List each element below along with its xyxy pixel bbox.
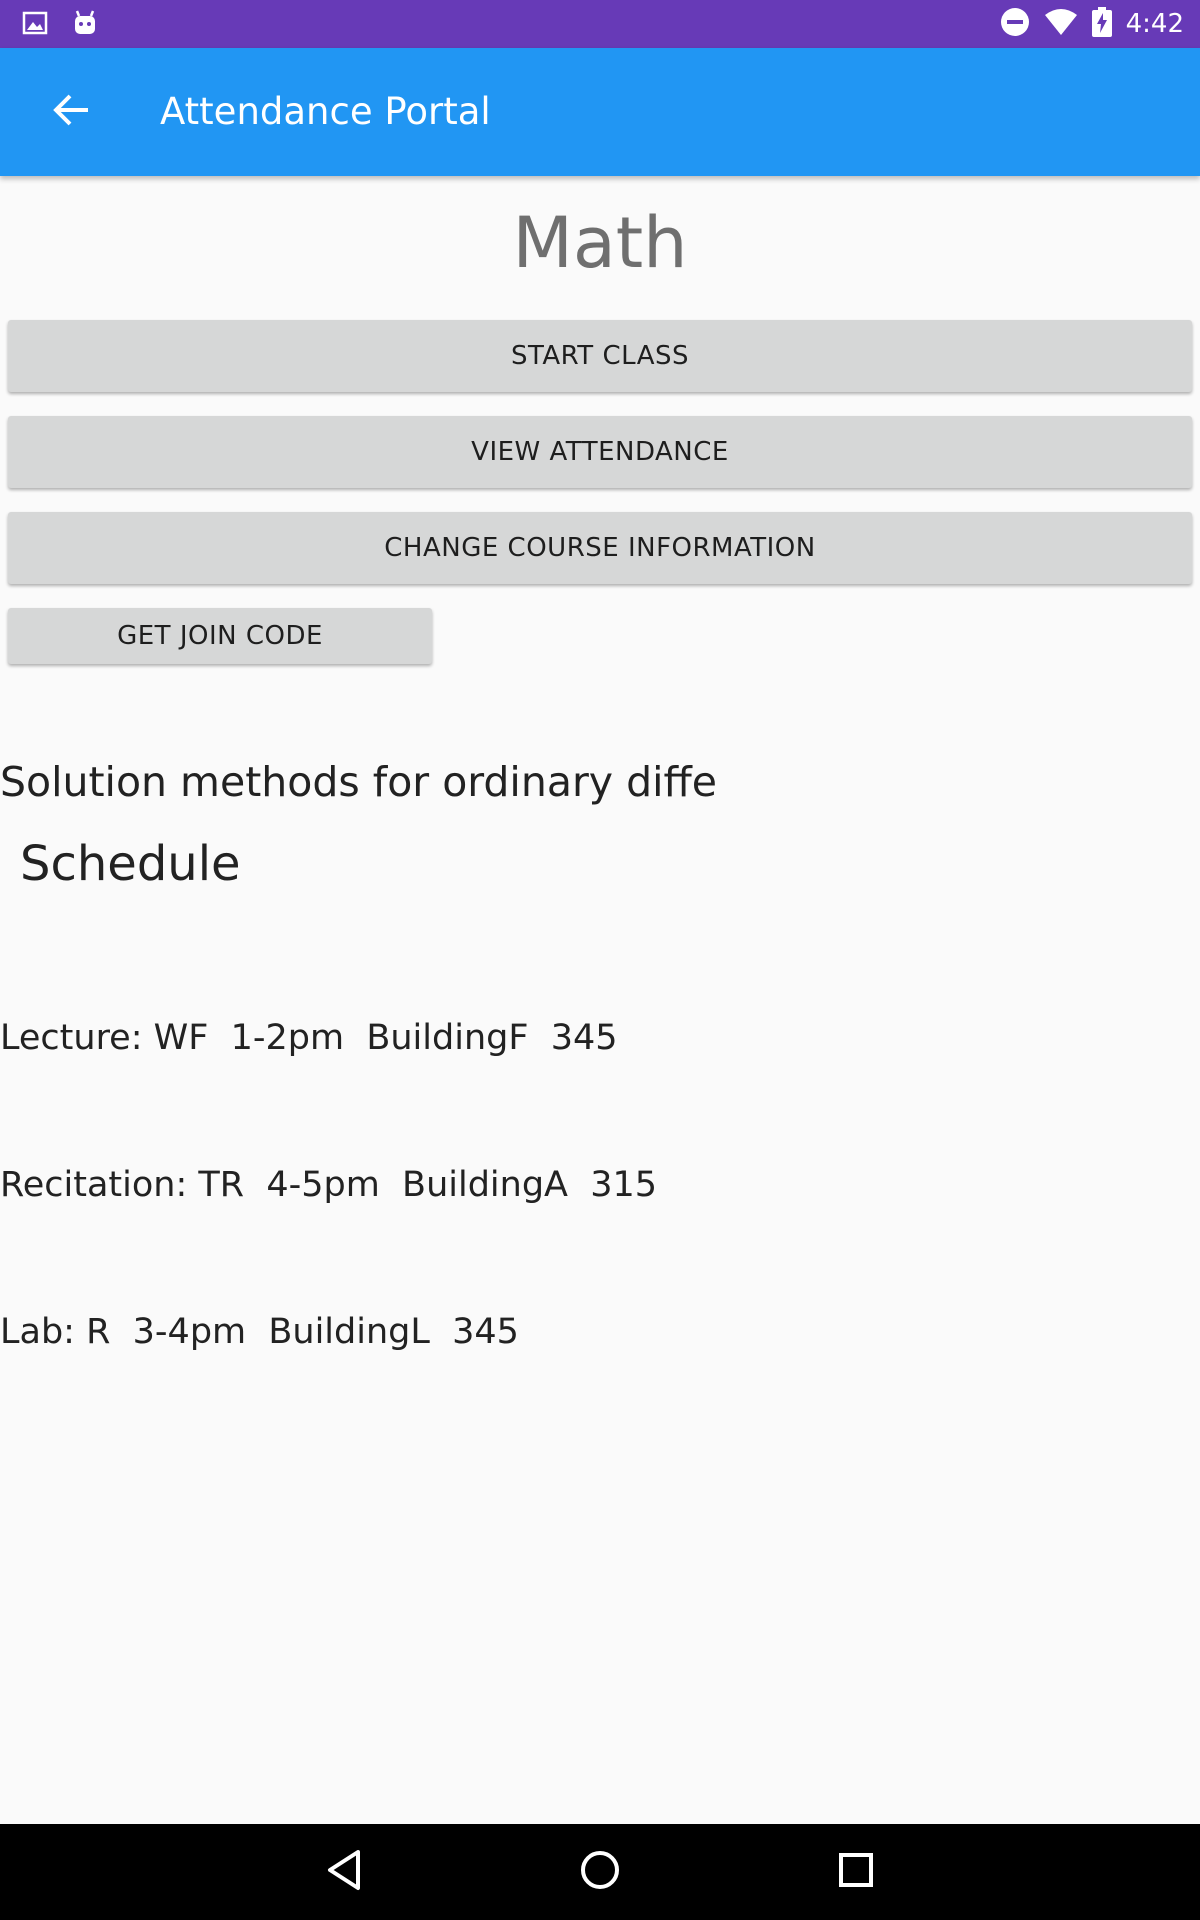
do-not-disturb-icon bbox=[1000, 7, 1030, 41]
nav-home-button[interactable] bbox=[570, 1842, 630, 1902]
app-bar: Attendance Portal bbox=[0, 48, 1200, 176]
schedule-heading: Schedule bbox=[20, 836, 241, 892]
status-right-icons: 4:42 bbox=[1000, 6, 1184, 42]
battery-charging-icon bbox=[1091, 7, 1112, 41]
change-course-information-button[interactable]: CHANGE COURSE INFORMATION bbox=[8, 512, 1192, 584]
nav-back-icon bbox=[324, 1848, 364, 1896]
nav-back-button[interactable] bbox=[314, 1842, 374, 1902]
schedule-list: Lecture: WF 1-2pm BuildingF 345 Recitati… bbox=[0, 916, 657, 1406]
get-join-code-button[interactable]: GET JOIN CODE bbox=[8, 608, 432, 664]
schedule-item-lecture: Lecture: WF 1-2pm BuildingF 345 bbox=[0, 1018, 618, 1058]
nav-recents-button[interactable] bbox=[826, 1842, 886, 1902]
nav-home-icon bbox=[578, 1848, 622, 1896]
status-bar: 4:42 bbox=[0, 0, 1200, 48]
image-icon bbox=[22, 10, 48, 40]
arrow-back-icon bbox=[52, 92, 92, 132]
nav-recents-icon bbox=[836, 1850, 876, 1894]
schedule-item-lab: Lab: R 3-4pm BuildingL 345 bbox=[0, 1312, 519, 1352]
navigation-bar bbox=[0, 1824, 1200, 1920]
back-button[interactable] bbox=[40, 88, 104, 136]
course-description: Solution methods for ordinary diffe bbox=[0, 758, 717, 806]
android-icon bbox=[72, 10, 98, 40]
schedule-item-recitation: Recitation: TR 4-5pm BuildingA 315 bbox=[0, 1165, 658, 1205]
status-left-icons bbox=[22, 10, 98, 40]
status-time: 4:42 bbox=[1125, 9, 1184, 39]
start-class-button[interactable]: START CLASS bbox=[8, 320, 1192, 392]
wifi-icon bbox=[1044, 8, 1078, 40]
app-title: Attendance Portal bbox=[160, 90, 491, 133]
course-title: Math bbox=[512, 202, 688, 284]
view-attendance-button[interactable]: VIEW ATTENDANCE bbox=[8, 416, 1192, 488]
